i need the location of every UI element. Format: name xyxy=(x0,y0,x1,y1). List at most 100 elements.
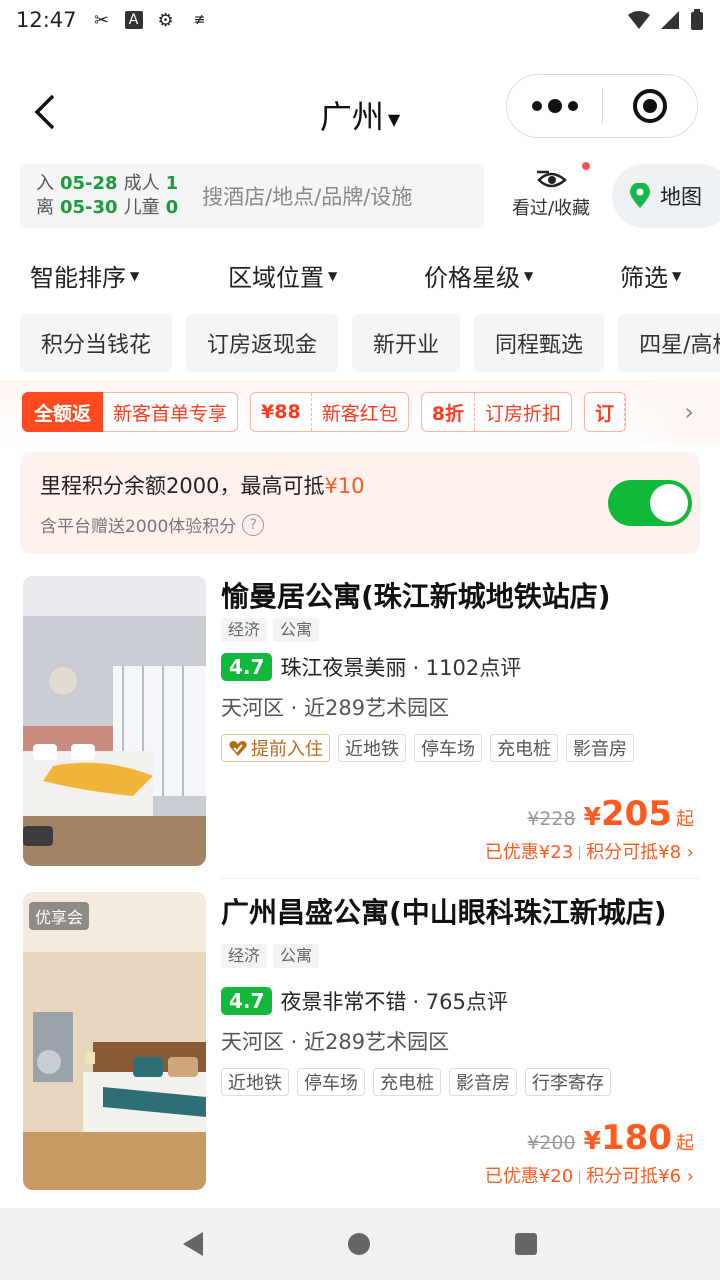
facility-tag: 近地铁 xyxy=(221,1068,289,1096)
chevron-right-icon[interactable]: › xyxy=(684,398,694,426)
discount-text: 已优惠¥20 xyxy=(484,1166,574,1187)
facility-tags: 提前入住 近地铁 停车场 充电桩 影音房 xyxy=(221,734,701,762)
review-count: · 1102点评 xyxy=(412,656,522,680)
full-rebate-badge: 全额返 xyxy=(22,392,104,432)
sort-filter-label: 筛选 xyxy=(620,264,668,292)
discount-separator xyxy=(579,1170,581,1184)
checkin-date: 05-28 xyxy=(60,173,118,194)
discount-separator xyxy=(579,846,581,860)
discount-info[interactable]: 已优惠¥20 积分可抵¥6 › xyxy=(485,1162,694,1188)
rating-score: 4.7 xyxy=(221,653,273,681)
question-icon[interactable]: ? xyxy=(242,513,265,536)
coupon-text: 新客首单专享 xyxy=(113,402,228,425)
member-badge: 优享会 xyxy=(29,902,90,930)
facility-tag: 近地铁 xyxy=(338,734,406,762)
points-toggle[interactable] xyxy=(608,480,692,526)
price-block: ¥200 ¥180 起 已优惠¥20 积分可抵¥6 › xyxy=(485,1118,694,1188)
points-sub-text: 含平台赠送2000体验积分 xyxy=(40,517,237,537)
facility-tag: 影音房 xyxy=(566,734,634,762)
nav-back-icon[interactable] xyxy=(182,1232,203,1256)
chip-star[interactable]: 四星/高档 xyxy=(618,314,720,372)
date-guest-selector[interactable]: 入 05-28 成人 1 离 05-30 儿童 0 xyxy=(36,173,178,219)
coupon-amount: 订 xyxy=(585,393,625,431)
adults-label: 成人 xyxy=(123,173,160,194)
review-highlight: 夜景非常不错 xyxy=(280,990,407,1014)
promo-bar[interactable]: 全额返 新客首单专享 ¥88 新客红包 8折 订房折扣 订 › xyxy=(0,380,720,444)
current-price: ¥180 xyxy=(584,1118,672,1158)
price-suffix: 起 xyxy=(676,809,694,830)
caret-down-icon: ▼ xyxy=(524,268,534,283)
signal-icon xyxy=(661,11,679,29)
coupon-text: 新客红包 xyxy=(321,402,398,425)
tools-icon: ✂ xyxy=(93,9,110,31)
price-suffix: 起 xyxy=(676,1133,694,1154)
children-label: 儿童 xyxy=(123,197,160,218)
more-dot-center xyxy=(547,99,562,113)
sync-icon: ≢ xyxy=(193,12,206,28)
caret-down-icon: ▼ xyxy=(672,268,682,283)
facility-tag: 停车场 xyxy=(297,1068,365,1096)
sort-filter[interactable]: 筛选 ▼ xyxy=(620,258,681,293)
nav-home-icon[interactable] xyxy=(347,1233,370,1255)
system-nav-bar xyxy=(0,1208,720,1280)
hotel-photo[interactable] xyxy=(23,576,206,866)
more-dot-right xyxy=(567,101,578,111)
checkin-label: 入 xyxy=(36,173,54,194)
sort-bar: 智能排序 ▼ 区域位置 ▼ 价格星级 ▼ 筛选 ▼ xyxy=(0,250,720,300)
search-row: 入 05-28 成人 1 离 05-30 儿童 0 搜酒店/地点/品牌/设施 看… xyxy=(20,162,720,230)
currency-symbol: ¥ xyxy=(583,802,602,831)
facility-tag: 行李寄存 xyxy=(525,1068,611,1096)
hotel-name[interactable]: 广州昌盛公寓(中山眼科珠江新城店) 经济 公寓 xyxy=(221,892,701,976)
chip-points[interactable]: 积分当钱花 xyxy=(20,314,173,372)
coupon-text: 订房折扣 xyxy=(484,402,561,425)
chip-new-open[interactable]: 新开业 xyxy=(352,314,461,372)
rating-row: 4.7 夜景非常不错 · 765点评 xyxy=(221,986,701,1016)
facility-tag: 影音房 xyxy=(449,1068,517,1096)
points-main: 里程积分余额2000，最高可抵¥10 xyxy=(40,470,680,500)
coupon-discount: 8折 订房折扣 xyxy=(420,392,572,432)
map-button[interactable]: 地图 xyxy=(612,164,720,228)
discount-info[interactable]: 已优惠¥23 积分可抵¥8 › xyxy=(485,838,694,864)
caret-down-icon: ▼ xyxy=(328,268,338,283)
review-highlight: 珠江夜景美丽 xyxy=(280,656,407,680)
seen-favorites-button[interactable]: 看过/收藏 xyxy=(504,162,598,230)
hotel-name-text: 广州昌盛公寓(中山眼科珠江新城店) xyxy=(221,896,667,929)
facility-text: 提前入住 xyxy=(251,739,323,760)
coupon-amount: 8折 xyxy=(422,393,475,431)
sort-price-label: 价格星级 xyxy=(424,264,520,292)
nav-recents-icon[interactable] xyxy=(515,1233,538,1255)
discount-text: 已优惠¥23 xyxy=(484,842,574,863)
points-deduct-text: 积分可抵¥6 xyxy=(586,1166,682,1187)
rating-score: 4.7 xyxy=(221,987,273,1015)
coupon-red-packet: ¥88 新客红包 xyxy=(250,392,409,432)
chip-selected[interactable]: 同程甄选 xyxy=(474,314,605,372)
settings-icon: ⚙ xyxy=(157,9,174,31)
hotel-room-image xyxy=(23,576,206,866)
price-value: 205 xyxy=(601,794,672,834)
map-pin-icon xyxy=(630,183,650,208)
caret-down-icon: ▼ xyxy=(130,268,140,283)
facility-tag: 提前入住 xyxy=(221,734,330,762)
sort-area[interactable]: 区域位置 ▼ xyxy=(228,258,337,293)
hotel-info: 广州昌盛公寓(中山眼科珠江新城店) 经济 公寓 4.7 夜景非常不错 · 765点… xyxy=(221,892,701,1096)
hotel-photo[interactable]: 优享会 xyxy=(23,892,206,1190)
chevron-right-icon: › xyxy=(686,842,694,863)
facility-tags: 近地铁 停车场 充电桩 影音房 行李寄存 xyxy=(221,1068,701,1096)
close-mini-program-button[interactable] xyxy=(603,89,697,123)
search-input[interactable]: 搜酒店/地点/品牌/设施 xyxy=(202,181,412,211)
sort-price[interactable]: 价格星级 ▼ xyxy=(424,258,533,293)
coupon-amount: ¥88 xyxy=(251,393,312,431)
sort-smart[interactable]: 智能排序 ▼ xyxy=(30,258,139,293)
search-box[interactable]: 入 05-28 成人 1 离 05-30 儿童 0 搜酒店/地点/品牌/设施 xyxy=(20,164,484,228)
chip-cashback[interactable]: 订房返现金 xyxy=(186,314,339,372)
points-amount: ¥10 xyxy=(324,474,365,498)
status-bar: 12:47 ✂ A ⚙ ≢ xyxy=(0,0,720,40)
more-button[interactable] xyxy=(507,99,602,113)
hotel-name[interactable]: 愉曼居公寓(珠江新城地铁站店) xyxy=(221,576,701,618)
hotel-tags: 经济 公寓 xyxy=(221,618,701,642)
target-icon xyxy=(633,89,667,123)
quick-filter-chips: 积分当钱花 订房返现金 新开业 同程甄选 四星/高档 xyxy=(20,314,720,372)
status-time: 12:47 xyxy=(16,8,77,32)
a-icon: A xyxy=(124,11,143,29)
facility-tag: 停车场 xyxy=(414,734,482,762)
